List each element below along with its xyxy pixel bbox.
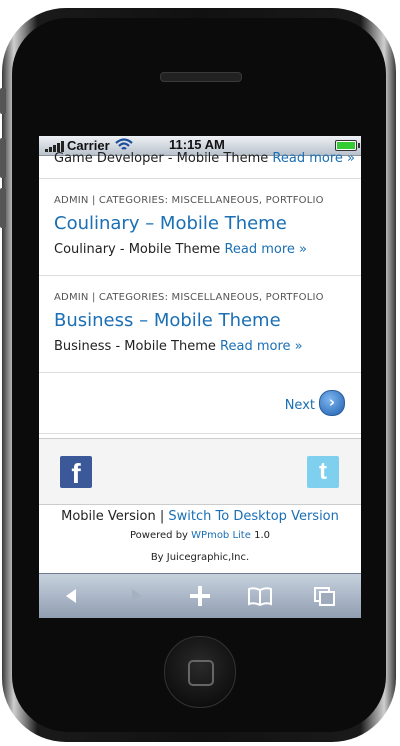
version-switcher: Mobile Version | Switch To Desktop Versi… [39, 509, 361, 524]
post-excerpt-text: Game Developer - Mobile Theme [54, 151, 269, 166]
post-excerpt: Game Developer - Mobile Theme Read more … [54, 151, 355, 166]
post-title-link[interactable]: Coulinary – Mobile Theme [54, 213, 287, 234]
pagination: Next › [39, 373, 361, 434]
read-more-link[interactable]: Read more » [220, 339, 303, 354]
browser-toolbar [39, 573, 361, 618]
home-square-icon [188, 660, 214, 686]
mobile-version-label: Mobile Version [61, 509, 156, 524]
earpiece-speaker [160, 72, 242, 82]
post-excerpt: Coulinary - Mobile Theme Read more » [54, 242, 307, 257]
post-excerpt: Business - Mobile Theme Read more » [54, 339, 303, 354]
version-number: 1.0 [254, 530, 270, 541]
plus-icon[interactable] [185, 582, 215, 610]
next-page-link[interactable]: Next [285, 398, 315, 413]
post-meta: ADMIN | CATEGORIES: MISCELLANEOUS, PORTF… [54, 292, 324, 303]
post-title-link[interactable]: Business – Mobile Theme [54, 310, 281, 331]
home-button[interactable] [164, 636, 236, 708]
post-excerpt-text: Coulinary - Mobile Theme [54, 242, 221, 257]
back-arrow-icon[interactable] [57, 582, 87, 610]
post-excerpt-text: Business - Mobile Theme [54, 339, 216, 354]
battery-icon [335, 140, 360, 151]
twitter-icon[interactable]: t [307, 456, 339, 488]
post-list: Game Developer - Mobile Theme Read more … [39, 151, 361, 434]
status-time: 11:15 AM [169, 137, 225, 152]
device-screen: Carrier 11:15 AM Game Developer - Mobile… [39, 136, 361, 618]
post-item: ADMIN | CATEGORIES: MISCELLANEOUS, PORTF… [39, 179, 361, 276]
next-arrow-icon[interactable]: › [319, 390, 345, 416]
read-more-link[interactable]: Read more » [224, 242, 307, 257]
social-links: f t [39, 438, 361, 505]
forward-arrow-icon [121, 582, 151, 610]
facebook-icon[interactable]: f [60, 456, 92, 489]
post-meta: ADMIN | CATEGORIES: MISCELLANEOUS, PORTF… [54, 195, 324, 206]
bookmarks-icon[interactable] [245, 582, 275, 610]
site-footer: Mobile Version | Switch To Desktop Versi… [39, 506, 361, 563]
post-item: ADMIN | CATEGORIES: MISCELLANEOUS, PORTF… [39, 276, 361, 373]
wpmob-link[interactable]: WPmob Lite [191, 530, 251, 541]
read-more-link[interactable]: Read more » [272, 151, 355, 166]
switch-to-desktop-link[interactable]: Switch To Desktop Version [168, 509, 338, 524]
powered-by-label: Powered by [130, 530, 188, 541]
footer-separator: | [159, 509, 165, 524]
volume-up-button [0, 138, 6, 178]
powered-by: Powered by WPmob Lite 1.0 [39, 530, 361, 541]
pages-icon[interactable] [310, 582, 340, 610]
mute-switch [0, 88, 6, 114]
volume-down-button [0, 188, 6, 228]
post-item: Game Developer - Mobile Theme Read more … [39, 151, 361, 179]
footer-credit: By Juicegraphic,Inc. [150, 552, 250, 563]
